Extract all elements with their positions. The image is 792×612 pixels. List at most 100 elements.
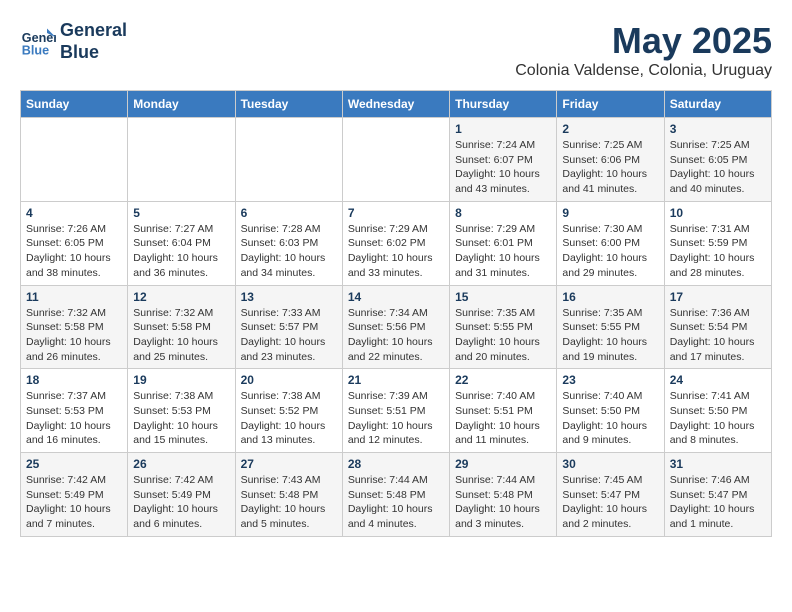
day-number: 5 — [133, 206, 229, 220]
logo: General Blue General Blue — [20, 20, 127, 63]
day-info: Sunrise: 7:32 AMSunset: 5:58 PMDaylight:… — [133, 306, 229, 365]
day-number: 29 — [455, 457, 551, 471]
calendar-cell: 18 Sunrise: 7:37 AMSunset: 5:53 PMDayligh… — [21, 369, 128, 453]
calendar-cell: 4Sunrise: 7:26 AMSunset: 6:05 PMDaylight… — [21, 201, 128, 285]
day-info: Sunrise: 7:43 AMSunset: 5:48 PMDaylight:… — [241, 473, 337, 532]
calendar-cell: 12 Sunrise: 7:32 AMSunset: 5:58 PMDayligh… — [128, 285, 235, 369]
day-info: Sunrise: 7:42 AMSunset: 5:49 PMDaylight:… — [26, 473, 122, 532]
calendar-cell: 5Sunrise: 7:27 AMSunset: 6:04 PMDaylight… — [128, 201, 235, 285]
location-subtitle: Colonia Valdense, Colonia, Uruguay — [515, 62, 772, 80]
logo-line1: General — [60, 20, 127, 42]
day-info: Sunrise: 7:35 AMSunset: 5:55 PMDaylight:… — [562, 306, 658, 365]
day-info: Sunrise: 7:25 AMSunset: 6:05 PMDaylight:… — [670, 138, 766, 197]
weekday-header-monday: Monday — [128, 91, 235, 118]
day-info: Sunrise: 7:31 AMSunset: 5:59 PMDaylight:… — [670, 222, 766, 281]
calendar-cell: 8 Sunrise: 7:29 AMSunset: 6:01 PMDaylight… — [450, 201, 557, 285]
day-number: 30 — [562, 457, 658, 471]
logo-line2: Blue — [60, 42, 127, 64]
day-number: 16 — [562, 290, 658, 304]
day-info: Sunrise: 7:46 AMSunset: 5:47 PMDaylight:… — [670, 473, 766, 532]
day-number: 20 — [241, 373, 337, 387]
day-number: 21 — [348, 373, 444, 387]
day-info: Sunrise: 7:29 AMSunset: 6:01 PMDaylight:… — [455, 222, 551, 281]
day-number: 18 — [26, 373, 122, 387]
day-number: 12 — [133, 290, 229, 304]
weekday-header-thursday: Thursday — [450, 91, 557, 118]
calendar-cell: 2Sunrise: 7:25 AMSunset: 6:06 PMDaylight… — [557, 118, 664, 202]
calendar-cell: 19 Sunrise: 7:38 AMSunset: 5:53 PMDayligh… — [128, 369, 235, 453]
day-info: Sunrise: 7:36 AMSunset: 5:54 PMDaylight:… — [670, 306, 766, 365]
calendar-week-2: 4Sunrise: 7:26 AMSunset: 6:05 PMDaylight… — [21, 201, 772, 285]
day-info: Sunrise: 7:35 AMSunset: 5:55 PMDaylight:… — [455, 306, 551, 365]
day-info: Sunrise: 7:30 AMSunset: 6:00 PMDaylight:… — [562, 222, 658, 281]
day-info: Sunrise: 7:40 AMSunset: 5:51 PMDaylight:… — [455, 389, 551, 448]
month-title: May 2025 — [515, 20, 772, 62]
day-info: Sunrise: 7:44 AMSunset: 5:48 PMDaylight:… — [348, 473, 444, 532]
calendar-cell: 15 Sunrise: 7:35 AMSunset: 5:55 PMDayligh… — [450, 285, 557, 369]
calendar-week-4: 18 Sunrise: 7:37 AMSunset: 5:53 PMDayligh… — [21, 369, 772, 453]
day-number: 8 — [455, 206, 551, 220]
calendar-cell: 23 Sunrise: 7:40 AMSunset: 5:50 PMDayligh… — [557, 369, 664, 453]
day-info: Sunrise: 7:25 AMSunset: 6:06 PMDaylight:… — [562, 138, 658, 197]
logo-icon: General Blue — [20, 24, 56, 60]
day-info: Sunrise: 7:38 AMSunset: 5:53 PMDaylight:… — [133, 389, 229, 448]
calendar-cell — [342, 118, 449, 202]
day-number: 11 — [26, 290, 122, 304]
day-number: 14 — [348, 290, 444, 304]
day-number: 24 — [670, 373, 766, 387]
svg-text:Blue: Blue — [22, 43, 49, 57]
day-info: Sunrise: 7:41 AMSunset: 5:50 PMDaylight:… — [670, 389, 766, 448]
calendar-cell — [128, 118, 235, 202]
day-info: Sunrise: 7:32 AMSunset: 5:58 PMDaylight:… — [26, 306, 122, 365]
day-info: Sunrise: 7:33 AMSunset: 5:57 PMDaylight:… — [241, 306, 337, 365]
weekday-header-sunday: Sunday — [21, 91, 128, 118]
day-number: 28 — [348, 457, 444, 471]
calendar-cell: 17 Sunrise: 7:36 AMSunset: 5:54 PMDayligh… — [664, 285, 771, 369]
calendar-cell: 11 Sunrise: 7:32 AMSunset: 5:58 PMDayligh… — [21, 285, 128, 369]
calendar-cell: 6Sunrise: 7:28 AMSunset: 6:03 PMDaylight… — [235, 201, 342, 285]
day-info: Sunrise: 7:29 AMSunset: 6:02 PMDaylight:… — [348, 222, 444, 281]
calendar-cell: 25 Sunrise: 7:42 AMSunset: 5:49 PMDayligh… — [21, 453, 128, 537]
day-number: 17 — [670, 290, 766, 304]
calendar-cell: 30 Sunrise: 7:45 AMSunset: 5:47 PMDayligh… — [557, 453, 664, 537]
day-info: Sunrise: 7:24 AMSunset: 6:07 PMDaylight:… — [455, 138, 551, 197]
day-info: Sunrise: 7:45 AMSunset: 5:47 PMDaylight:… — [562, 473, 658, 532]
weekday-header-row: SundayMondayTuesdayWednesdayThursdayFrid… — [21, 91, 772, 118]
calendar-cell: 22 Sunrise: 7:40 AMSunset: 5:51 PMDayligh… — [450, 369, 557, 453]
day-number: 4 — [26, 206, 122, 220]
weekday-header-friday: Friday — [557, 91, 664, 118]
day-number: 26 — [133, 457, 229, 471]
day-number: 27 — [241, 457, 337, 471]
day-number: 6 — [241, 206, 337, 220]
calendar-cell: 13Sunrise: 7:33 AMSunset: 5:57 PMDayligh… — [235, 285, 342, 369]
day-number: 3 — [670, 122, 766, 136]
day-info: Sunrise: 7:42 AMSunset: 5:49 PMDaylight:… — [133, 473, 229, 532]
calendar-table: SundayMondayTuesdayWednesdayThursdayFrid… — [20, 90, 772, 537]
day-info: Sunrise: 7:37 AMSunset: 5:53 PMDaylight:… — [26, 389, 122, 448]
calendar-week-1: 1 Sunrise: 7:24 AMSunset: 6:07 PMDaylight… — [21, 118, 772, 202]
day-number: 19 — [133, 373, 229, 387]
day-number: 23 — [562, 373, 658, 387]
day-number: 25 — [26, 457, 122, 471]
page-header: General Blue General Blue May 2025 Colon… — [20, 20, 772, 80]
calendar-week-3: 11 Sunrise: 7:32 AMSunset: 5:58 PMDayligh… — [21, 285, 772, 369]
calendar-cell: 29Sunrise: 7:44 AMSunset: 5:48 PMDayligh… — [450, 453, 557, 537]
day-number: 1 — [455, 122, 551, 136]
calendar-cell: 20 Sunrise: 7:38 AMSunset: 5:52 PMDayligh… — [235, 369, 342, 453]
day-info: Sunrise: 7:38 AMSunset: 5:52 PMDaylight:… — [241, 389, 337, 448]
calendar-cell — [21, 118, 128, 202]
calendar-cell: 21 Sunrise: 7:39 AMSunset: 5:51 PMDayligh… — [342, 369, 449, 453]
day-info: Sunrise: 7:34 AMSunset: 5:56 PMDaylight:… — [348, 306, 444, 365]
calendar-cell: 27 Sunrise: 7:43 AMSunset: 5:48 PMDayligh… — [235, 453, 342, 537]
title-section: May 2025 Colonia Valdense, Colonia, Urug… — [515, 20, 772, 80]
day-info: Sunrise: 7:40 AMSunset: 5:50 PMDaylight:… — [562, 389, 658, 448]
calendar-cell: 9Sunrise: 7:30 AMSunset: 6:00 PMDaylight… — [557, 201, 664, 285]
calendar-cell: 10Sunrise: 7:31 AMSunset: 5:59 PMDayligh… — [664, 201, 771, 285]
calendar-cell: 28 Sunrise: 7:44 AMSunset: 5:48 PMDayligh… — [342, 453, 449, 537]
day-number: 22 — [455, 373, 551, 387]
weekday-header-wednesday: Wednesday — [342, 91, 449, 118]
day-number: 15 — [455, 290, 551, 304]
calendar-week-5: 25 Sunrise: 7:42 AMSunset: 5:49 PMDayligh… — [21, 453, 772, 537]
day-info: Sunrise: 7:39 AMSunset: 5:51 PMDaylight:… — [348, 389, 444, 448]
calendar-cell: 24 Sunrise: 7:41 AMSunset: 5:50 PMDayligh… — [664, 369, 771, 453]
